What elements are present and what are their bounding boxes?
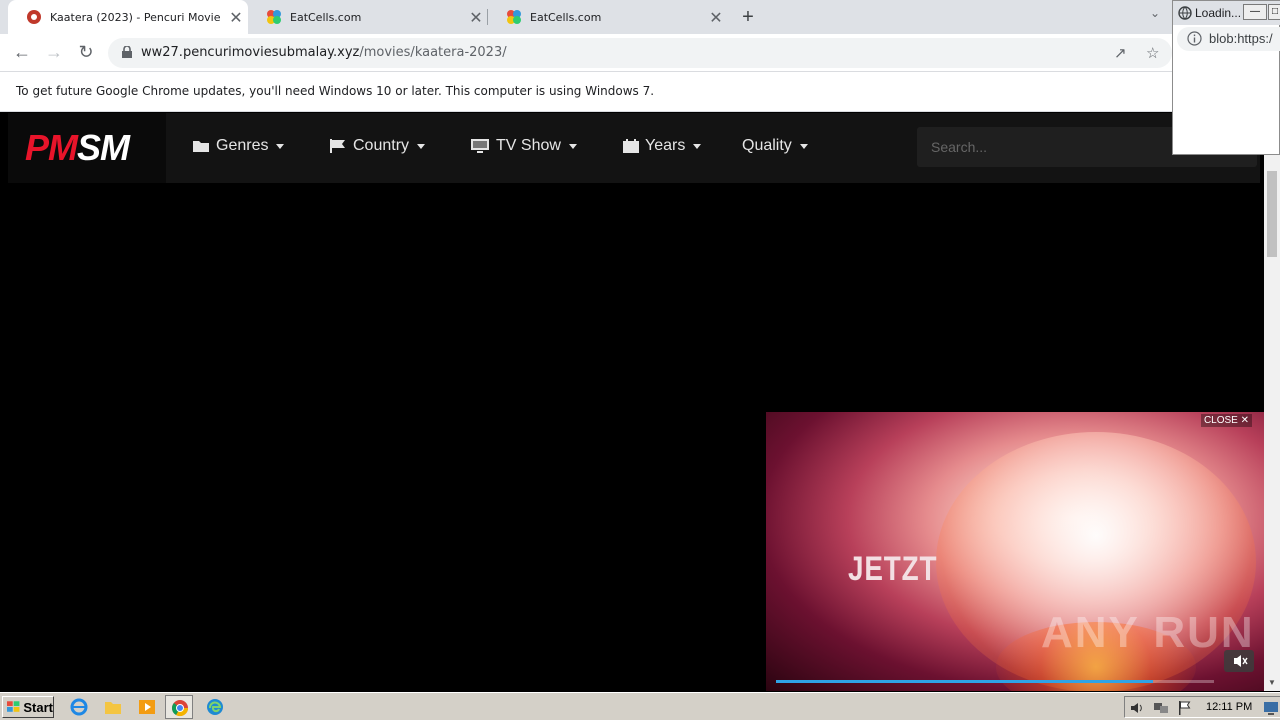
share-icon[interactable]: ↗ [1114, 44, 1127, 62]
caret-down-icon [693, 143, 702, 149]
system-tray [1124, 696, 1280, 718]
caret-down-icon [276, 143, 285, 149]
close-tab-icon[interactable]: ✕ [704, 8, 728, 27]
caret-down-icon [799, 143, 808, 149]
nav-genres[interactable]: Genres [192, 137, 285, 155]
lock-icon [122, 46, 132, 58]
site-favicon-icon [27, 10, 41, 24]
close-tab-icon[interactable]: ✕ [224, 8, 248, 27]
reload-button[interactable]: ↻ [74, 40, 98, 64]
tab-eatcells-1[interactable]: EatCells.com ✕ [248, 0, 488, 34]
tab-eatcells-2[interactable]: EatCells.com ✕ [488, 0, 728, 34]
desktop-icon [471, 139, 489, 153]
back-button[interactable]: ← [10, 40, 34, 64]
calendar-icon [623, 139, 639, 153]
page-scrollbar[interactable]: ▼ [1264, 113, 1280, 691]
network-icon[interactable] [1153, 700, 1169, 716]
infobar-message: To get future Google Chrome updates, you… [16, 84, 655, 98]
mute-button[interactable] [1224, 650, 1254, 672]
forward-button[interactable]: → [42, 40, 66, 64]
popup-window[interactable]: Loadin... — □ blob:https:/ [1172, 0, 1280, 155]
scrollbar-thumb[interactable] [1267, 171, 1277, 257]
windows-logo-icon [7, 701, 20, 712]
taskbar-clock: 12:11 PM [1206, 701, 1253, 713]
new-tab-button[interactable]: + [736, 4, 760, 30]
bookmark-star-icon[interactable]: ☆ [1146, 44, 1159, 62]
show-desktop-icon[interactable] [1263, 700, 1279, 716]
anyrun-watermark: ANY RUN [1041, 608, 1255, 657]
popup-address-bar[interactable]: blob:https:/ [1177, 27, 1280, 51]
nav-quality[interactable]: Quality [742, 137, 808, 155]
caret-down-icon [417, 143, 426, 149]
tab-title: EatCells.com [530, 10, 602, 24]
speaker-muted-icon [1234, 655, 1248, 667]
scroll-down-arrow-icon[interactable]: ▼ [1268, 678, 1276, 687]
volume-icon[interactable] [1129, 700, 1145, 716]
url-text: ww27.pencurimoviesubmalay.xyz/movies/kaa… [141, 45, 507, 60]
action-center-flag-icon[interactable] [1177, 700, 1193, 716]
tab-search-chevron-icon[interactable]: ⌄ [1150, 6, 1160, 20]
site-navbar: PMSM Genres Country TV Show Years Qualit… [8, 113, 1260, 183]
update-infobar: To get future Google Chrome updates, you… [0, 72, 1280, 112]
browser-toolbar: ← → ↻ ww27.pencurimoviesubmalay.xyz/movi… [0, 34, 1280, 72]
internet-explorer-icon[interactable] [70, 698, 88, 716]
nav-years[interactable]: Years [623, 137, 702, 155]
popup-url: blob:https:/ [1209, 31, 1273, 46]
popup-titlebar: Loadin... — □ [1173, 1, 1280, 25]
edge-icon[interactable] [206, 698, 224, 716]
ad-progress-track[interactable] [776, 680, 1214, 683]
minimize-button[interactable]: — [1243, 4, 1267, 20]
tab-title: EatCells.com [290, 10, 362, 24]
file-explorer-icon[interactable] [104, 698, 122, 716]
caret-down-icon [568, 143, 577, 149]
popup-title: Loadin... [1195, 6, 1242, 20]
chrome-taskbar-button[interactable] [165, 695, 193, 719]
nav-tv-show[interactable]: TV Show [470, 137, 577, 155]
ad-close-button[interactable]: CLOSE ✕ [1200, 414, 1252, 427]
tab-title: Kaatera (2023) - Pencuri Movie Subt [50, 10, 224, 24]
tab-strip: Kaatera (2023) - Pencuri Movie Subt ✕ Ea… [0, 0, 1280, 34]
close-tab-icon[interactable]: ✕ [464, 8, 488, 27]
start-button[interactable]: Start [2, 696, 54, 718]
ad-headline: JETZT [848, 550, 938, 588]
eatcells-favicon-icon [267, 10, 281, 24]
maximize-button[interactable]: □ [1268, 4, 1280, 20]
chrome-icon [171, 700, 189, 717]
video-ad-overlay[interactable]: JETZT ANY RUN CLOSE ✕ [766, 412, 1264, 691]
eatcells-favicon-icon [507, 10, 521, 24]
tab-kaatera[interactable]: Kaatera (2023) - Pencuri Movie Subt ✕ [8, 0, 248, 34]
windows-taskbar: Start 12:11 PM [0, 692, 1280, 720]
address-bar[interactable]: ww27.pencurimoviesubmalay.xyz/movies/kaa… [108, 38, 1172, 68]
info-icon [1187, 31, 1202, 46]
flag-icon [330, 139, 345, 153]
globe-icon [1178, 6, 1192, 20]
ad-progress-fill [776, 680, 1153, 683]
nav-country[interactable]: Country [329, 137, 426, 155]
media-player-icon[interactable] [138, 698, 156, 716]
folder-open-icon [193, 141, 209, 152]
site-logo[interactable]: PMSM [8, 113, 166, 183]
